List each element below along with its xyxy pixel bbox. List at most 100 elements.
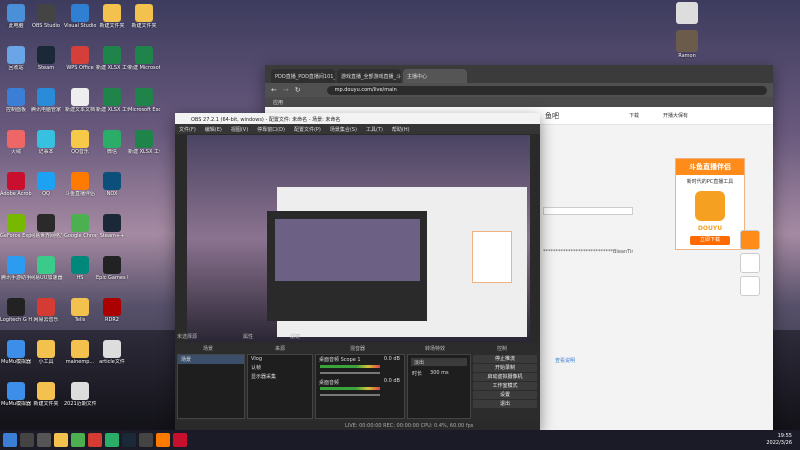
desktop-icon[interactable]: WPS Office xyxy=(64,46,96,71)
scene-item[interactable]: 场景 xyxy=(178,355,244,364)
source-item-2[interactable]: 认帧 xyxy=(248,363,312,372)
duration-field[interactable]: 300 ms xyxy=(430,370,449,377)
desktop-icon[interactable]: Steam xyxy=(30,46,62,71)
desktop-icon[interactable]: 网易云音乐 xyxy=(30,298,62,323)
mixer-track-1-slider[interactable] xyxy=(320,372,380,374)
desktop-icon[interactable]: Epic Games Launcher xyxy=(96,256,128,281)
desktop-icon[interactable]: Visual Studio Code xyxy=(64,4,96,29)
rdr2-icon[interactable] xyxy=(173,433,187,447)
url-field[interactable]: mp.douyu.com/live/main xyxy=(326,85,767,95)
sources-list[interactable]: Vlog 认帧 显示器采集 xyxy=(247,354,313,419)
obs-preview-canvas[interactable] xyxy=(187,135,530,342)
desktop-icon[interactable]: 腾讯手游助手 xyxy=(0,256,32,281)
desktop-icon[interactable]: Logitech G HUB xyxy=(0,298,32,323)
desktop-icon[interactable]: Steam++ xyxy=(96,214,128,239)
file-explorer-icon[interactable] xyxy=(54,433,68,447)
transition-select[interactable]: 淡出 xyxy=(411,358,467,366)
user-avatar-icon[interactable] xyxy=(672,2,702,25)
obs-window[interactable]: OBS 27.2.1 (64-bit, windows) - 配置文件: 未命名… xyxy=(175,113,540,431)
desktop-icon[interactable]: 微信 xyxy=(96,130,128,155)
system-clock[interactable]: 19:55 2022/3/26 xyxy=(766,433,792,447)
netease-music-icon[interactable] xyxy=(88,433,102,447)
source-item-1[interactable]: Vlog xyxy=(248,355,312,363)
user-profile[interactable]: Ramon xyxy=(672,30,702,59)
desktop-icon[interactable]: 斗鱼直播伴侣 xyxy=(64,172,96,197)
page-header-title[interactable]: 鱼吧 xyxy=(545,111,559,121)
desktop-icon[interactable]: 新建文本文档 xyxy=(64,88,96,113)
menu-view[interactable]: 视图(V) xyxy=(231,126,248,133)
desktop-icon[interactable]: 新建 XLSX 工作表 xyxy=(128,130,160,155)
live-play-icon[interactable] xyxy=(740,230,760,250)
stop-streaming-button[interactable]: 停止推流 xyxy=(473,355,537,363)
desktop-icon[interactable]: QQ xyxy=(30,172,62,197)
studio-mode-button[interactable]: 工作室模式 xyxy=(473,382,537,390)
desktop-icon[interactable]: 新建 XLSX 工作表 xyxy=(96,88,128,113)
desktop-icon[interactable]: QQ音乐 xyxy=(64,130,96,155)
desktop-icon[interactable]: 记事本 xyxy=(30,130,62,155)
desktop-icon[interactable]: article文件 xyxy=(96,340,128,365)
desktop-icon[interactable]: 新建文件夹 xyxy=(30,382,62,407)
steam-icon[interactable] xyxy=(122,433,136,447)
desktop-icon[interactable]: 网易世界网络加速 xyxy=(30,214,62,239)
desktop-icon[interactable]: GeForce Experience xyxy=(0,214,32,239)
desktop-icon[interactable]: OBS Studio xyxy=(30,4,62,29)
desktop-icon[interactable]: 新建 Microsoft Excel xyxy=(128,46,160,71)
virtual-camera-button[interactable]: 启动虚拟摄像机 xyxy=(473,373,537,381)
task-view-icon[interactable] xyxy=(37,433,51,447)
filters-button[interactable]: 滤镜 xyxy=(290,333,300,341)
desktop-icon[interactable]: Google Chrome xyxy=(64,214,96,239)
desktop-icon[interactable]: mainemp... xyxy=(64,340,96,365)
share-icon[interactable] xyxy=(740,276,760,296)
desktop-icon[interactable]: 回收站 xyxy=(0,46,32,71)
bookmarks-bar[interactable]: 应用 xyxy=(265,97,773,107)
exit-button[interactable]: 退出 xyxy=(473,400,537,408)
menu-file[interactable]: 文件(F) xyxy=(179,126,196,133)
desktop-icon[interactable]: Adobe Acrobat DC xyxy=(0,172,32,197)
download-link[interactable]: 下载 xyxy=(629,112,639,119)
desktop-icon[interactable]: 2021近期文件 xyxy=(64,382,96,407)
desktop-icon[interactable]: 新建 XLSX 工作表 xyxy=(96,46,128,71)
desktop-icon[interactable]: 火绒 xyxy=(0,130,32,155)
user-menu[interactable]: 开播大保有 xyxy=(663,112,688,119)
wechat-icon[interactable] xyxy=(105,433,119,447)
chrome-icon[interactable] xyxy=(71,433,85,447)
menu-edit[interactable]: 编辑(E) xyxy=(205,126,222,133)
desktop-icon[interactable]: Telis xyxy=(64,298,96,323)
desktop-icon[interactable]: MuMu模拟器 xyxy=(0,382,32,407)
promo-download-button[interactable]: 立即下载 xyxy=(690,236,730,245)
menu-profile[interactable]: 配置文件(P) xyxy=(294,126,321,133)
menu-help[interactable]: 帮助(H) xyxy=(392,126,410,133)
obs-icon[interactable] xyxy=(139,433,153,447)
back-icon[interactable]: ← xyxy=(271,86,277,94)
desktop-icon[interactable]: MuMu模拟器 xyxy=(0,340,32,365)
desktop-icon[interactable]: 控制面板 xyxy=(0,88,32,113)
source-item-3[interactable]: 显示器采集 xyxy=(248,372,312,381)
forward-icon[interactable]: → xyxy=(283,86,289,94)
desktop-icon[interactable]: 新建文件夹 xyxy=(96,4,128,29)
desktop-icon[interactable]: 新建文件夹 xyxy=(128,4,160,29)
douyu-icon[interactable] xyxy=(156,433,170,447)
desktop-icon[interactable]: Microsoft Excel xyxy=(128,88,160,113)
browser-tab-1[interactable]: PDD直播_PDD直播间101_斗鱼 xyxy=(271,69,335,83)
properties-button[interactable]: 属性 xyxy=(243,333,253,341)
desktop-icon[interactable]: 小工具 xyxy=(30,340,62,365)
scenes-list[interactable]: 场景 xyxy=(177,354,245,419)
settings-button[interactable]: 设置 xyxy=(473,391,537,399)
home-icon[interactable] xyxy=(740,253,760,273)
browser-tab-3[interactable]: 主播中心 xyxy=(403,69,467,83)
form-field-1[interactable] xyxy=(543,207,633,215)
browser-tab-2[interactable]: 游戏直播_全部游戏直播_斗鱼直播 xyxy=(337,69,401,83)
help-link[interactable]: 查看说明 xyxy=(555,357,575,364)
promo-card[interactable]: 斗鱼直播伴侣 新时代的PC直播工具 DOUYU 立即下载 xyxy=(675,158,745,250)
desktop-icon[interactable]: RDR2 xyxy=(96,298,128,323)
audio-mixer[interactable]: 桌面音频 Scope 1 0.0 dB 桌面音频 0.0 dB xyxy=(315,354,405,419)
desktop-icon[interactable]: 腾讯电脑管家 xyxy=(30,88,62,113)
desktop-icon[interactable]: 网易UU加速器 xyxy=(30,256,62,281)
start-recording-button[interactable]: 开始录制 xyxy=(473,364,537,372)
desktop-icon[interactable]: 此电脑 xyxy=(0,4,32,29)
mixer-track-2-slider[interactable] xyxy=(320,394,380,396)
desktop-icon[interactable]: NOX xyxy=(96,172,128,197)
reload-icon[interactable]: ↻ xyxy=(295,86,301,94)
menu-docks[interactable]: 停靠窗口(D) xyxy=(257,126,285,133)
menu-tools[interactable]: 工具(T) xyxy=(366,126,383,133)
